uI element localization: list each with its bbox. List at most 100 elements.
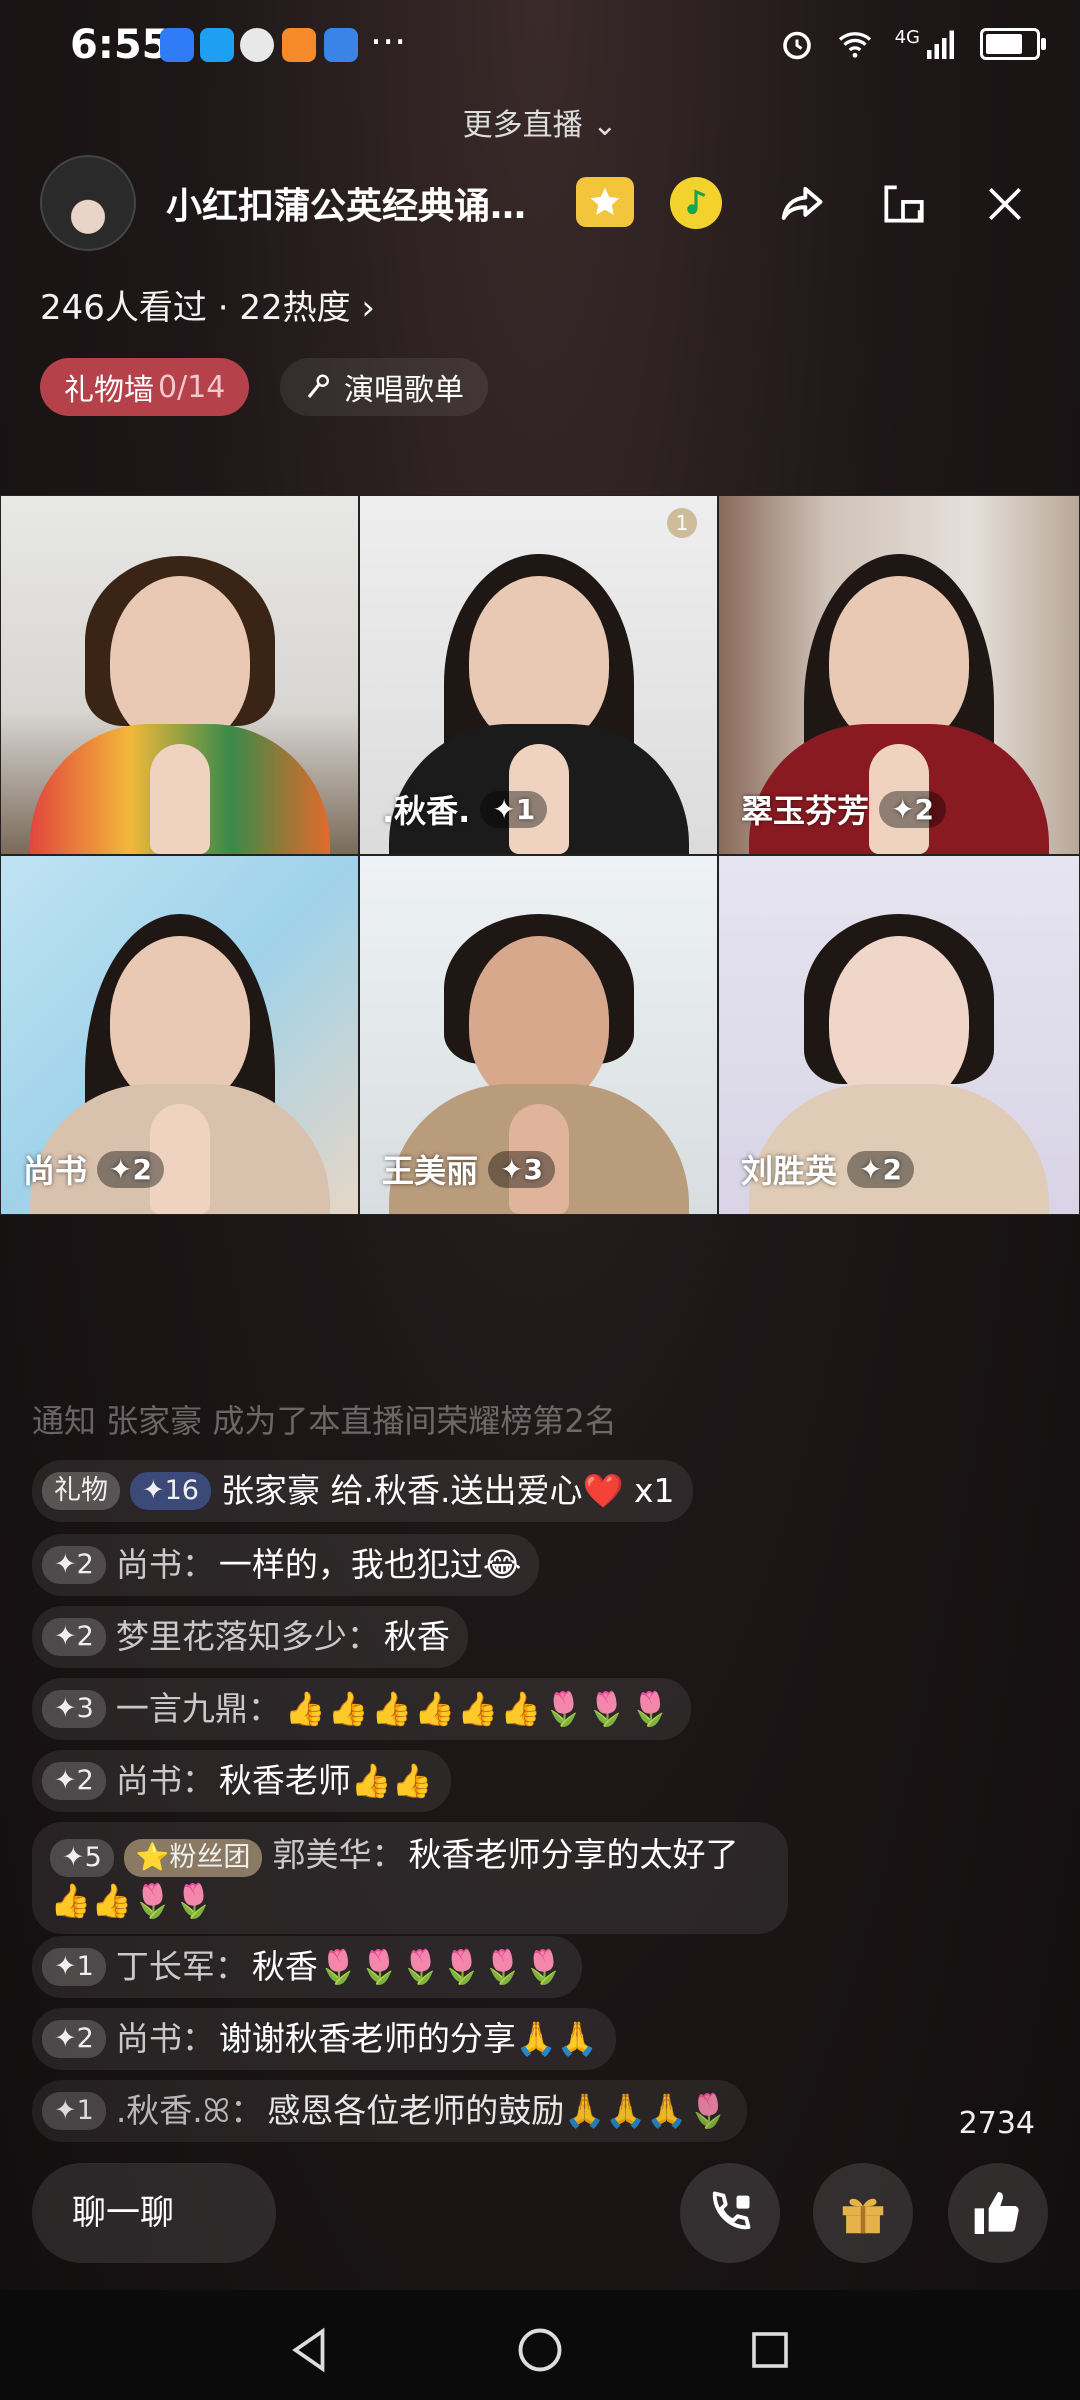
video-grid: 1 .秋香. ✦1 翠玉芬芳 ✦2 尚书 ✦2 王美丽 ✦3 刘胜英 ✦2 [0,495,1080,1215]
gift-wall-button[interactable]: 礼物墙 0/14 [40,358,250,416]
video-tile[interactable] [0,495,359,855]
video-tile[interactable]: 1 .秋香. ✦1 [359,495,718,855]
chat-message: ✦5 ⭐粉丝团 郭美华： 秋香老师分享的太好了👍👍🌷🌷 [32,1822,788,1934]
level-badge: ✦1 [42,1948,106,1986]
star-icon[interactable] [576,177,634,227]
gift-button[interactable] [813,2163,913,2263]
level-badge: ✦2 [42,1618,106,1656]
song-list-button[interactable]: 演唱歌单 [280,358,488,416]
signal-icon [927,30,954,59]
level-badge: ✦1 [42,2092,106,2130]
back-icon[interactable] [280,2320,340,2380]
participant-label: 王美丽 ✦3 [382,1146,555,1192]
level-badge: ✦2 [847,1150,914,1188]
more-notifications-icon: ··· [370,20,407,64]
message-text: 👍👍👍👍👍👍🌷🌷🌷 [284,1689,673,1728]
level-badge: ✦2 [97,1150,164,1188]
network-label: 4G [894,26,920,48]
participant-name: 尚书 [23,1152,88,1190]
song-list-label: 演唱歌单 [344,373,464,408]
system-notice: 通知 张家豪 成为了本直播间荣耀榜第2名 [32,1402,617,1440]
recent-apps-icon[interactable] [740,2320,800,2380]
call-button[interactable] [680,2163,780,2263]
gift-wall-count: 0/14 [158,369,226,405]
video-app-icon [282,28,316,62]
participant-name: .秋香. [382,792,471,830]
sender-name[interactable]: 郭美华： [272,1835,404,1874]
alarm-icon [782,31,811,60]
cloud-app-icon [324,28,358,62]
chat-message: ✦2 尚书： 秋香老师👍👍 [32,1750,451,1812]
sender-name[interactable]: 丁长军： [116,1944,248,1990]
level-badge: ✦3 [42,1690,106,1728]
phone-call-icon [712,2191,751,2230]
gift-icon [842,2198,884,2234]
video-tile[interactable]: 尚书 ✦2 [0,855,359,1215]
more-live-button[interactable]: 更多直播 ⌄ [0,100,1080,144]
like-button[interactable] [948,2163,1048,2263]
participant-label: .秋香. ✦1 [382,786,548,832]
message-text: 秋香🌷🌷🌷🌷🌷🌷 [251,1947,565,1986]
chat-message: ✦2 尚书： 谢谢秋香老师的分享🙏🙏 [32,2008,616,2070]
home-icon[interactable] [510,2320,570,2380]
sender-name[interactable]: .秋香.ꕤ： [116,2088,263,2134]
level-badge: ✦5 [50,1839,114,1877]
message-text: 感恩各位老师的鼓励🙏🙏🙏🌷 [267,2091,729,2130]
room-title[interactable]: 小红扣蒲公英经典诵… [166,177,596,229]
viewer-stats[interactable]: 246人看过 · 22热度 › [40,280,375,329]
participant-name: 翠玉芬芳 [741,792,870,830]
gift-wall-label: 礼物墙 [64,373,154,408]
music-icon[interactable] [670,177,722,229]
room-header: 小红扣蒲公英经典诵… [40,155,1050,255]
share-icon[interactable] [770,173,832,235]
participant-label: 翠玉芬芳 ✦2 [741,786,946,832]
participant-label: 刘胜英 ✦2 [741,1146,914,1192]
participant-label: 尚书 ✦2 [23,1146,164,1192]
participant-name: 王美丽 [382,1152,479,1190]
message-text: 秋香老师👍👍 [218,1761,433,1800]
sender-name[interactable]: 尚书： [116,1542,215,1588]
chat-message: ✦1 .秋香.ꕤ： 感恩各位老师的鼓励🙏🙏🙏🌷 [32,2080,747,2142]
battery-icon [980,28,1046,60]
sender-name[interactable]: 尚书： [116,2016,215,2062]
level-badge: ✦16 [130,1472,211,1510]
sender-name[interactable]: 一言九鼎： [116,1686,281,1732]
like-count: 2734 [958,2106,1035,2141]
thumbs-up-icon [974,2192,1019,2234]
video-tile[interactable]: 刘胜英 ✦2 [718,855,1080,1215]
level-badge: ✦2 [42,1762,106,1800]
level-badge: ✦2 [42,2020,106,2058]
seat-badge: 1 [667,508,697,538]
message-text: 张家豪 给.秋香.送出爱心❤️ x1 [220,1471,675,1510]
video-tile[interactable]: 王美丽 ✦3 [359,855,718,1215]
sender-name[interactable]: 尚书： [116,1758,215,1804]
level-badge: ✦3 [488,1150,555,1188]
message-text: 秋香 [383,1617,450,1656]
chat-message: 礼物 ✦16 张家豪 给.秋香.送出爱心❤️ x1 [32,1460,693,1522]
chat-message: ✦2 尚书： 一样的，我也犯过😂 [32,1534,540,1596]
clock: 6:55 [70,22,170,68]
shield-app-icon [160,28,194,62]
level-badge: ✦2 [879,790,946,828]
level-badge: ✦2 [42,1546,106,1584]
level-badge: ✦1 [480,790,548,828]
wifi-icon [838,32,871,58]
message-text: 谢谢秋香老师的分享🙏🙏 [218,2019,598,2058]
gift-tag: 礼物 [42,1472,120,1510]
chat-message: ✦1 丁长军： 秋香🌷🌷🌷🌷🌷🌷 [32,1936,583,1998]
system-nav-bar [0,2290,1080,2400]
chat-input[interactable]: 聊一聊 [32,2163,276,2263]
host-avatar[interactable] [40,155,136,251]
microphone-icon [307,374,329,398]
search-app-icon [200,28,234,62]
chat-message: ✦2 梦里花落知多少： 秋香 [32,1606,468,1668]
wechat-icon [240,28,274,62]
message-text: 一样的，我也犯过😂 [218,1545,522,1584]
participant-name: 刘胜英 [741,1152,838,1190]
chat-message: ✦3 一言九鼎： 👍👍👍👍👍👍🌷🌷🌷 [32,1678,691,1740]
video-tile[interactable]: 翠玉芬芳 ✦2 [718,495,1080,855]
fan-club-badge: ⭐粉丝团 [123,1839,263,1877]
sender-name[interactable]: 梦里花落知多少： [116,1614,380,1660]
close-icon[interactable] [974,173,1036,235]
minimize-window-icon[interactable] [872,173,934,235]
